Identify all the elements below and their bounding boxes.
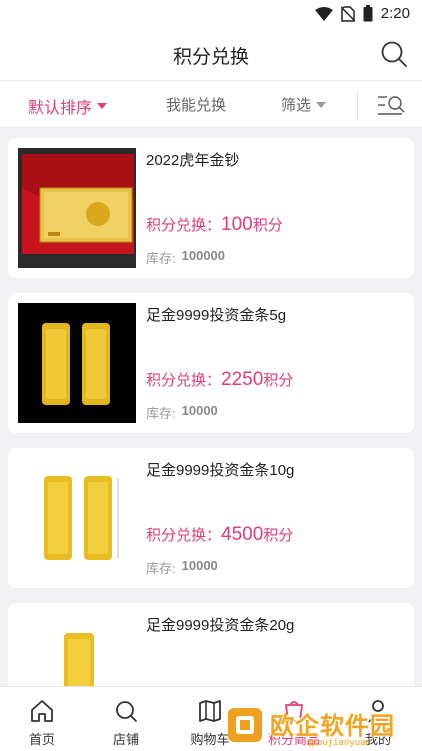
product-price: 积分兑换： 4500 积分 [146, 524, 293, 546]
status-icons: 2:20 [314, 5, 410, 22]
sort-label: 默认排序 [28, 100, 93, 117]
price-unit: 积分 [263, 372, 294, 389]
watermark-url: qpoujianyuan [306, 738, 372, 748]
watermark-text: 欧企软件园 [270, 713, 395, 740]
product-price: 积分兑换： 100 积分 [146, 214, 283, 236]
product-list[interactable]: 2022虎年金钞 积分兑换： 100 积分 库存: 100000 足金9999投… [0, 128, 422, 686]
filter-exchangeable[interactable]: 我能兑换 [166, 94, 226, 115]
exchangeable-label: 我能兑换 [166, 97, 227, 114]
search-icon[interactable] [380, 40, 408, 68]
caret-down-icon [316, 101, 327, 108]
product-card[interactable]: 足金9999投资金条5g 积分兑换： 2250 积分 库存: 10000 [8, 293, 414, 433]
battery-icon [363, 5, 373, 22]
product-image [18, 458, 136, 578]
filter-bar: 默认排序 我能兑换 筛选 [0, 80, 422, 128]
header: 积分兑换 [0, 30, 422, 80]
stock-label: 库存: [146, 251, 176, 266]
wifi-icon [314, 6, 333, 21]
home-icon [31, 700, 53, 722]
price-points: 2250 [221, 369, 264, 390]
product-card[interactable]: 2022虎年金钞 积分兑换： 100 积分 库存: 100000 [8, 138, 414, 278]
stock-label: 库存: [146, 406, 176, 421]
product-image [18, 613, 136, 686]
status-bar: 2:20 [0, 0, 422, 30]
tab-store[interactable]: 店铺 [84, 687, 168, 751]
divider [357, 91, 358, 119]
page-title: 积分兑换 [172, 47, 249, 68]
watermark-logo-icon [228, 708, 262, 742]
book-icon [199, 700, 221, 722]
product-card[interactable]: 足金9999投资金条20g [8, 603, 414, 686]
product-image [18, 148, 136, 268]
stock-label: 库存: [146, 561, 176, 576]
tab-label: 店铺 [112, 732, 139, 747]
stock-value: 100000 [181, 248, 226, 263]
caret-down-icon [97, 103, 108, 109]
product-stock: 库存: 10000 [146, 558, 218, 577]
stock-value: 10000 [181, 558, 218, 573]
product-stock: 库存: 10000 [146, 403, 218, 422]
no-sim-icon [340, 5, 355, 22]
price-points: 100 [221, 214, 253, 235]
product-name: 2022虎年金钞 [146, 152, 240, 169]
product-card[interactable]: 足金9999投资金条10g 积分兑换： 4500 积分 库存: 10000 [8, 448, 414, 588]
product-name: 足金9999投资金条20g [146, 617, 295, 634]
price-unit: 积分 [252, 217, 283, 234]
product-stock: 库存: 100000 [146, 248, 225, 267]
product-image [18, 303, 136, 423]
price-points: 4500 [221, 524, 264, 545]
sort-dropdown[interactable]: 默认排序 [28, 94, 108, 118]
product-name: 足金9999投资金条5g [146, 307, 287, 324]
search-icon [116, 701, 137, 722]
price-label: 积分兑换： [146, 217, 222, 234]
product-name: 足金9999投资金条10g [146, 462, 295, 479]
stock-value: 10000 [181, 403, 218, 418]
price-label: 积分兑换： [146, 372, 222, 389]
list-layout-icon[interactable] [376, 94, 406, 116]
price-unit: 积分 [263, 527, 294, 544]
watermark: 欧企软件园 qpoujianyuan [226, 704, 418, 748]
tab-label: 购物车 [190, 732, 230, 747]
tab-home[interactable]: 首页 [0, 687, 84, 751]
screen-dropdown[interactable]: 筛选 [281, 94, 327, 115]
screen-label: 筛选 [281, 97, 312, 114]
status-time: 2:20 [380, 5, 410, 22]
tab-label: 首页 [28, 732, 55, 747]
product-price: 积分兑换： 2250 积分 [146, 369, 293, 391]
price-label: 积分兑换： [146, 527, 222, 544]
